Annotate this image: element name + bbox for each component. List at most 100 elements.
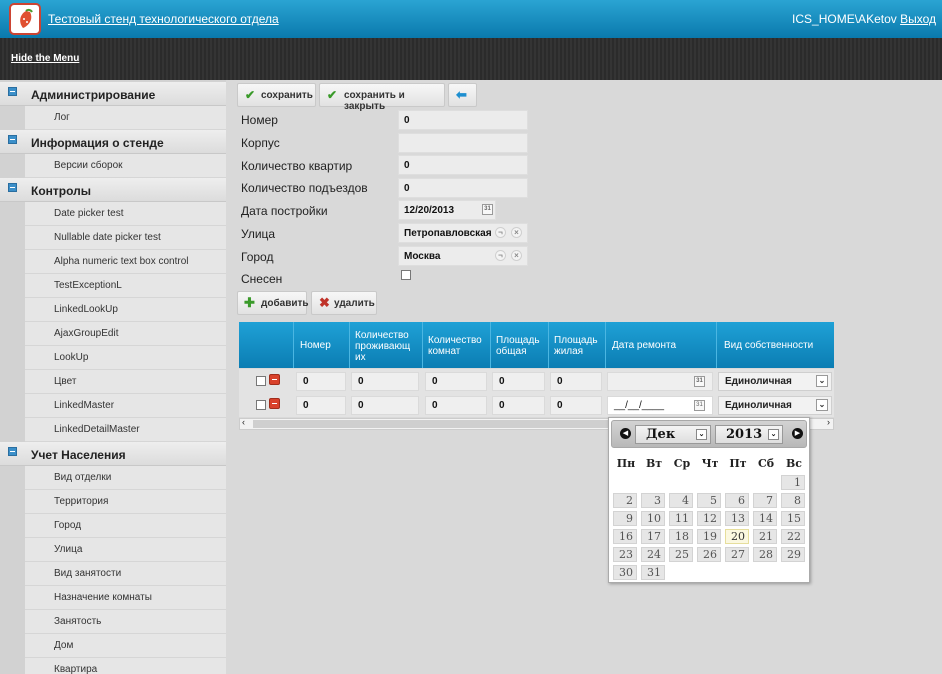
chevron-down-icon[interactable]: ⌄	[816, 399, 828, 411]
collapse-icon[interactable]	[8, 447, 17, 456]
calendar-day[interactable]: 9	[613, 511, 637, 526]
cell-repair-date[interactable]: 31	[607, 372, 713, 391]
sidebar-item-apartment[interactable]: Квартира	[25, 658, 226, 674]
sidebar-group-header[interactable]: Администрирование	[0, 82, 226, 106]
cell-total-area[interactable]: 0	[492, 396, 545, 415]
calendar-day[interactable]: 31	[641, 565, 665, 580]
calendar-day[interactable]: 17	[641, 529, 665, 544]
chevron-down-icon[interactable]: ⌄	[696, 429, 707, 440]
calendar-day[interactable]: 30	[613, 565, 637, 580]
number-field[interactable]: 0	[398, 110, 528, 130]
calendar-day[interactable]: 23	[613, 547, 637, 562]
calendar-icon[interactable]: 31	[694, 376, 705, 387]
calendar-day[interactable]: 21	[753, 529, 777, 544]
calendar-day[interactable]: 10	[641, 511, 665, 526]
calendar-day[interactable]: 28	[753, 547, 777, 562]
city-field[interactable]: Москва ¬ ×	[398, 246, 528, 266]
cell-living-area[interactable]: 0	[550, 396, 602, 415]
sidebar-item-linked-master[interactable]: LinkedMaster	[25, 394, 226, 418]
sidebar-item-linked-detail-master[interactable]: LinkedDetailMaster	[25, 418, 226, 442]
calendar-day[interactable]: 22	[781, 529, 805, 544]
cell-number[interactable]: 0	[296, 372, 346, 391]
calendar-day[interactable]: 19	[697, 529, 721, 544]
dropdown-icon[interactable]: ¬	[495, 227, 506, 238]
scroll-right-icon[interactable]: ›	[827, 417, 830, 427]
cell-number[interactable]: 0	[296, 396, 346, 415]
calendar-day[interactable]: 13	[725, 511, 749, 526]
calendar-day[interactable]: 4	[669, 493, 693, 508]
sidebar-item-date-picker-test[interactable]: Date picker test	[25, 202, 226, 226]
row-select-checkbox[interactable]	[256, 400, 266, 410]
calendar-day[interactable]: 25	[669, 547, 693, 562]
app-logo[interactable]	[9, 3, 41, 35]
back-button[interactable]: ⬅	[448, 83, 477, 107]
cell-rooms[interactable]: 0	[425, 372, 487, 391]
calendar-day[interactable]: 15	[781, 511, 805, 526]
sidebar-group-header[interactable]: Контролы	[0, 178, 226, 202]
street-field[interactable]: Петропавловская ¬ ×	[398, 223, 528, 243]
calendar-day[interactable]: 5	[697, 493, 721, 508]
sidebar-item-house[interactable]: Дом	[25, 634, 226, 658]
column-header-total-area[interactable]: Площадь общая	[496, 322, 546, 368]
sidebar-item-territory[interactable]: Территория	[25, 490, 226, 514]
year-select[interactable]: 2013 ⌄	[715, 425, 783, 444]
column-header-rooms[interactable]: Количество комнат	[428, 322, 488, 368]
demolished-checkbox[interactable]	[401, 270, 411, 280]
chevron-down-icon[interactable]: ⌄	[816, 375, 828, 387]
sidebar-item-street[interactable]: Улица	[25, 538, 226, 562]
sidebar-item-city[interactable]: Город	[25, 514, 226, 538]
calendar-day[interactable]: 7	[753, 493, 777, 508]
calendar-day[interactable]: 8	[781, 493, 805, 508]
calendar-day[interactable]: 18	[669, 529, 693, 544]
column-header-number[interactable]: Номер	[300, 322, 344, 368]
calendar-day[interactable]: 29	[781, 547, 805, 562]
delete-row-button[interactable]: ✖ удалить	[311, 291, 377, 315]
row-delete-icon[interactable]	[269, 398, 280, 409]
calendar-day[interactable]: 1	[781, 475, 805, 490]
cell-repair-date-input[interactable]: __/__/____ 31	[607, 396, 713, 415]
month-select[interactable]: Дек ⌄	[635, 425, 711, 444]
sidebar-item-build-versions[interactable]: Версии сборок	[25, 154, 226, 178]
sidebar-item-finish-type[interactable]: Вид отделки	[25, 466, 226, 490]
logout-link[interactable]: Выход	[900, 12, 936, 26]
calendar-day[interactable]: 26	[697, 547, 721, 562]
collapse-icon[interactable]	[8, 183, 17, 192]
hide-menu-link[interactable]: Hide the Menu	[11, 53, 79, 64]
sidebar-item-alpha-numeric[interactable]: Alpha numeric text box control	[25, 250, 226, 274]
build-date-field[interactable]: 12/20/2013 31	[398, 200, 496, 220]
save-button[interactable]: ✔ сохранить	[237, 83, 316, 107]
calendar-day[interactable]: 11	[669, 511, 693, 526]
calendar-day[interactable]: 27	[725, 547, 749, 562]
clear-icon[interactable]: ×	[511, 227, 522, 238]
column-header-ownership[interactable]: Вид собственности	[724, 322, 829, 368]
calendar-icon[interactable]: 31	[482, 204, 493, 215]
sidebar-group-header[interactable]: Информация о стенде	[0, 130, 226, 154]
save-and-close-button[interactable]: ✔ сохранить и закрыть	[319, 83, 445, 112]
sidebar-group-header[interactable]: Учет Населения	[0, 442, 226, 466]
site-title-link[interactable]: Тестовый стенд технологического отдела	[48, 12, 279, 26]
add-row-button[interactable]: ✚ добавить	[237, 291, 309, 315]
calendar-day[interactable]: 24	[641, 547, 665, 562]
collapse-icon[interactable]	[8, 135, 17, 144]
sidebar-item-room-purpose[interactable]: Назначение комнаты	[25, 586, 226, 610]
sidebar-item-ajax-group-edit[interactable]: AjaxGroupEdit	[25, 322, 226, 346]
cell-rooms[interactable]: 0	[425, 396, 487, 415]
scrollbar-thumb[interactable]	[253, 420, 623, 428]
calendar-day[interactable]: 16	[613, 529, 637, 544]
prev-month-icon[interactable]: ◀	[620, 428, 631, 439]
sidebar-item-log[interactable]: Лог	[25, 106, 226, 130]
sidebar-item-employment-type[interactable]: Вид занятости	[25, 562, 226, 586]
dropdown-icon[interactable]: ¬	[495, 250, 506, 261]
next-month-icon[interactable]: ▶	[792, 428, 803, 439]
calendar-icon[interactable]: 31	[694, 400, 705, 411]
sidebar-item-nullable-date-picker[interactable]: Nullable date picker test	[25, 226, 226, 250]
calendar-day[interactable]: 2	[613, 493, 637, 508]
building-field[interactable]	[398, 133, 528, 153]
apartments-count-field[interactable]: 0	[398, 155, 528, 175]
sidebar-item-linked-lookup[interactable]: LinkedLookUp	[25, 298, 226, 322]
sidebar-item-occupancy[interactable]: Занятость	[25, 610, 226, 634]
row-delete-icon[interactable]	[269, 374, 280, 385]
sidebar-item-color[interactable]: Цвет	[25, 370, 226, 394]
entrances-count-field[interactable]: 0	[398, 178, 528, 198]
sidebar-item-lookup[interactable]: LookUp	[25, 346, 226, 370]
